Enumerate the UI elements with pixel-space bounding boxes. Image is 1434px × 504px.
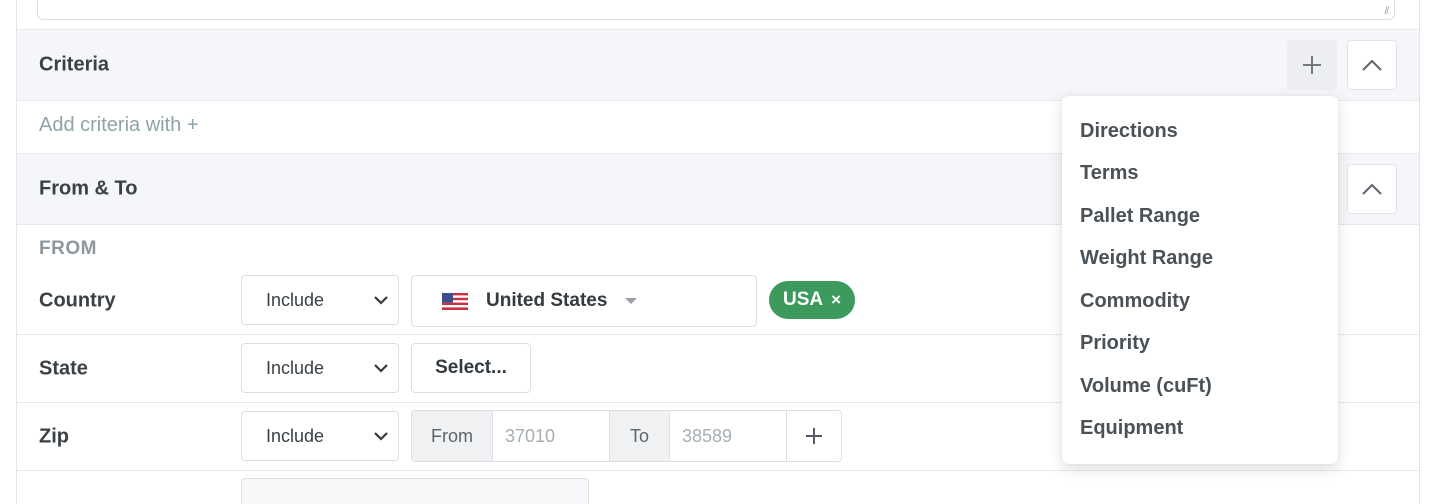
zip-label: Zip xyxy=(39,425,69,447)
state-mode-value: Include xyxy=(266,357,325,378)
chevron-up-icon xyxy=(1362,183,1382,195)
menu-item-weight-range[interactable]: Weight Range xyxy=(1062,238,1338,281)
notes-textarea[interactable]: // xyxy=(37,0,1395,20)
country-label: Country xyxy=(39,289,116,311)
collapse-criteria-button[interactable] xyxy=(1347,40,1397,90)
state-mode-select[interactable]: Include xyxy=(241,343,399,393)
zip-to-addon: To xyxy=(610,411,670,461)
country-mode-select[interactable]: Include xyxy=(241,275,399,325)
menu-item-equipment[interactable]: Equipment xyxy=(1062,408,1338,451)
usa-chip: USA × xyxy=(769,281,856,319)
state-label: State xyxy=(39,357,88,379)
zip-mode-select[interactable]: Include xyxy=(241,411,399,461)
menu-item-directions[interactable]: Directions xyxy=(1062,110,1338,153)
menu-item-volume[interactable]: Volume (cuFt) xyxy=(1062,365,1338,408)
zip-range-group: From 37010 To 38589 xyxy=(411,410,842,462)
criteria-dropdown-menu: Directions Terms Pallet Range Weight Ran… xyxy=(1062,96,1338,464)
zip-from-addon: From xyxy=(412,411,493,461)
resize-handle-icon[interactable]: // xyxy=(1384,6,1388,17)
country-value: United States xyxy=(486,290,608,311)
zip-to-input[interactable]: 38589 xyxy=(670,411,787,461)
chevron-down-icon xyxy=(364,363,398,373)
menu-item-pallet-range[interactable]: Pallet Range xyxy=(1062,195,1338,238)
zip-mode-value: Include xyxy=(266,425,325,446)
us-flag-icon xyxy=(442,292,468,310)
menu-item-priority[interactable]: Priority xyxy=(1062,323,1338,366)
menu-item-terms[interactable]: Terms xyxy=(1062,153,1338,196)
chevron-down-icon xyxy=(364,295,398,305)
plus-icon xyxy=(1303,56,1321,74)
criteria-hint: Add criteria with + xyxy=(39,114,199,136)
next-row-select[interactable] xyxy=(241,478,589,504)
menu-item-commodity[interactable]: Commodity xyxy=(1062,280,1338,323)
add-criteria-button[interactable] xyxy=(1287,40,1337,90)
from-to-title: From & To xyxy=(39,177,138,200)
country-select[interactable]: United States xyxy=(411,275,757,327)
chevron-down-icon xyxy=(364,431,398,441)
remove-chip-button[interactable]: × xyxy=(831,290,841,310)
country-mode-value: Include xyxy=(266,289,325,310)
state-select-button[interactable]: Select... xyxy=(411,343,531,393)
from-heading: FROM xyxy=(39,238,97,259)
caret-down-icon xyxy=(625,298,638,304)
criteria-section-header: Criteria xyxy=(17,29,1419,101)
plus-icon xyxy=(806,428,822,444)
chevron-up-icon xyxy=(1362,59,1382,71)
zip-from-input[interactable]: 37010 xyxy=(493,411,610,461)
criteria-title: Criteria xyxy=(39,53,110,76)
chip-label: USA xyxy=(783,289,824,310)
collapse-from-to-button[interactable] xyxy=(1347,164,1397,214)
add-zip-range-button[interactable] xyxy=(787,411,841,461)
